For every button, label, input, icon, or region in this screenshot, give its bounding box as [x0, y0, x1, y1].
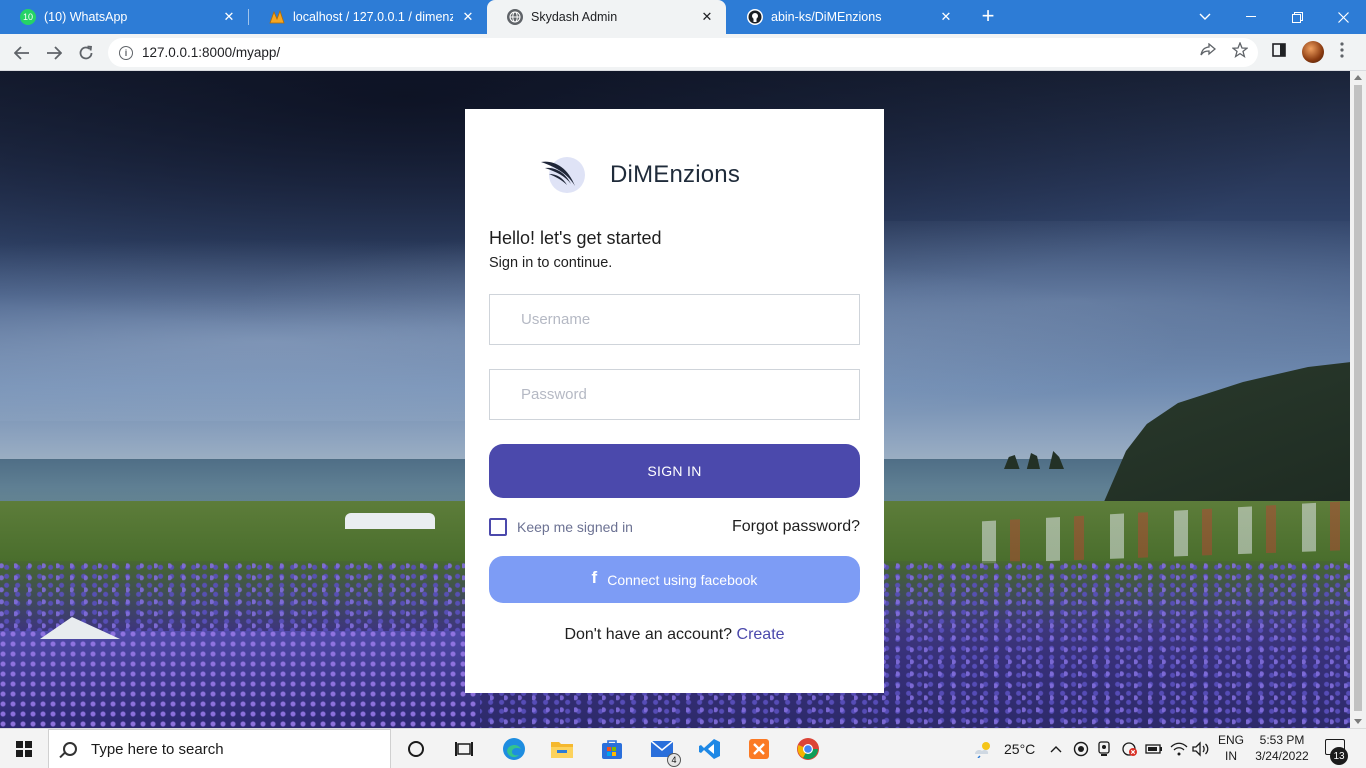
- keep-signed-in-label[interactable]: Keep me signed in: [517, 519, 633, 535]
- close-window-button[interactable]: [1320, 0, 1366, 34]
- taskbar-clock[interactable]: 5:53 PM 3/24/2022: [1252, 732, 1312, 764]
- vscode-icon[interactable]: [695, 735, 725, 763]
- password-input[interactable]: [489, 369, 860, 420]
- clock-date: 3/24/2022: [1255, 749, 1309, 763]
- facebook-connect-button[interactable]: f Connect using facebook: [489, 556, 860, 603]
- security-alert-icon[interactable]: [1121, 729, 1139, 768]
- tab-title: abin-ks/DiMEnzions: [771, 10, 882, 24]
- taskbar-search-box[interactable]: Type here to search: [48, 729, 391, 768]
- back-button[interactable]: [9, 40, 35, 66]
- sign-in-button[interactable]: SIGN IN: [489, 444, 860, 498]
- windows-logo-icon: [16, 741, 32, 757]
- bookmark-star-icon[interactable]: [1231, 41, 1249, 62]
- brand: DiMEnzions: [539, 154, 740, 196]
- battery-icon[interactable]: [1145, 729, 1163, 768]
- background-lupines-left: [0, 631, 480, 728]
- phpmyadmin-icon: [269, 9, 285, 25]
- notification-count-badge: 13: [1330, 747, 1348, 765]
- tab-title: Skydash Admin: [531, 10, 618, 24]
- language-code: ENG: [1218, 733, 1245, 747]
- restore-button[interactable]: [1274, 0, 1320, 34]
- greeting-subtitle: Sign in to continue.: [489, 255, 613, 271]
- signup-prompt-text: Don't have an account?: [564, 626, 733, 643]
- browser-toolbar: i 127.0.0.1:8000/myapp/: [0, 34, 1366, 71]
- volume-icon[interactable]: [1192, 729, 1210, 768]
- keep-signed-in: Keep me signed in: [489, 518, 633, 536]
- mail-badge: 4: [667, 753, 681, 767]
- page-background: DiMEnzions Hello! let's get started Sign…: [0, 71, 1350, 728]
- globe-icon: [507, 9, 523, 25]
- forgot-password-link[interactable]: Forgot password?: [732, 518, 860, 536]
- create-account-link[interactable]: Create: [737, 626, 785, 643]
- tab-whatsapp[interactable]: 10 (10) WhatsApp ✕: [0, 0, 248, 34]
- record-icon[interactable]: [1073, 729, 1089, 768]
- background-sea-stacks: [1004, 451, 1064, 469]
- scroll-down-icon[interactable]: [1354, 719, 1362, 724]
- language-region: IN: [1225, 749, 1237, 763]
- xampp-icon[interactable]: [744, 735, 774, 763]
- microsoft-store-icon[interactable]: [597, 735, 627, 763]
- tab-title: localhost / 127.0.0.1 / dimenzions: [293, 10, 453, 24]
- url-text: 127.0.0.1:8000/myapp/: [142, 45, 281, 60]
- search-icon: [63, 742, 77, 756]
- facebook-icon: f: [591, 567, 598, 587]
- address-bar[interactable]: i 127.0.0.1:8000/myapp/: [108, 38, 1258, 67]
- side-panel-icon[interactable]: [1272, 43, 1286, 61]
- page-scrollbar[interactable]: [1350, 71, 1366, 728]
- brand-name: DiMEnzions: [610, 161, 741, 188]
- windows-taskbar: Type here to search 4 25°C ENG IN 5:53 P…: [0, 728, 1366, 768]
- browser-menu-icon[interactable]: [1340, 42, 1344, 63]
- start-button[interactable]: [0, 729, 48, 768]
- weather-temperature: 25°C: [1004, 741, 1036, 757]
- background-hangar: [345, 513, 435, 529]
- close-icon[interactable]: ✕: [459, 8, 477, 26]
- close-icon[interactable]: ✕: [937, 8, 955, 26]
- tab-title: (10) WhatsApp: [44, 10, 128, 24]
- signup-prompt: Don't have an account? Create: [465, 626, 884, 644]
- keep-signed-in-checkbox[interactable]: [489, 518, 507, 536]
- new-tab-button[interactable]: +: [976, 5, 1000, 29]
- profile-avatar[interactable]: [1302, 41, 1324, 63]
- greeting-heading: Hello! let's get started: [489, 228, 662, 248]
- minimize-button[interactable]: [1228, 0, 1274, 34]
- mail-icon[interactable]: 4: [647, 735, 681, 767]
- weather-widget[interactable]: 25°C: [972, 729, 1035, 768]
- edge-icon[interactable]: [499, 735, 529, 763]
- tab-github[interactable]: abin-ks/DiMEnzions ✕: [727, 0, 965, 34]
- share-icon[interactable]: [1200, 42, 1217, 61]
- webcam-icon[interactable]: [1097, 729, 1111, 768]
- show-hidden-icons[interactable]: [1050, 729, 1062, 768]
- wifi-icon[interactable]: [1170, 729, 1188, 768]
- scroll-up-icon[interactable]: [1354, 75, 1362, 80]
- facebook-connect-label: Connect using facebook: [607, 571, 758, 588]
- tab-phpmyadmin[interactable]: localhost / 127.0.0.1 / dimenzions ✕: [249, 0, 487, 34]
- close-icon[interactable]: ✕: [698, 8, 716, 26]
- login-card: DiMEnzions Hello! let's get started Sign…: [465, 109, 884, 693]
- chrome-icon[interactable]: [793, 735, 823, 763]
- browser-tab-strip: 10 (10) WhatsApp ✕ localhost / 127.0.0.1…: [0, 0, 1366, 34]
- cortana-icon[interactable]: [401, 735, 431, 763]
- taskbar-search-placeholder: Type here to search: [91, 740, 224, 758]
- tab-search-icon[interactable]: [1182, 0, 1228, 34]
- tab-skydash-admin[interactable]: Skydash Admin ✕: [487, 0, 726, 34]
- whatsapp-icon: 10: [20, 9, 36, 25]
- clock-time: 5:53 PM: [1259, 733, 1305, 747]
- language-indicator[interactable]: ENG IN: [1218, 732, 1244, 764]
- close-icon[interactable]: ✕: [220, 8, 238, 26]
- weather-icon: [975, 742, 990, 758]
- username-input[interactable]: [489, 294, 860, 345]
- info-icon[interactable]: i: [119, 45, 133, 60]
- file-explorer-icon[interactable]: [547, 735, 577, 763]
- task-view-icon[interactable]: [449, 735, 479, 763]
- forward-button[interactable]: [41, 40, 67, 66]
- reload-button[interactable]: [73, 40, 99, 66]
- brand-logo-icon: [539, 154, 587, 196]
- scrollbar-thumb[interactable]: [1354, 85, 1362, 711]
- github-icon: [747, 9, 763, 25]
